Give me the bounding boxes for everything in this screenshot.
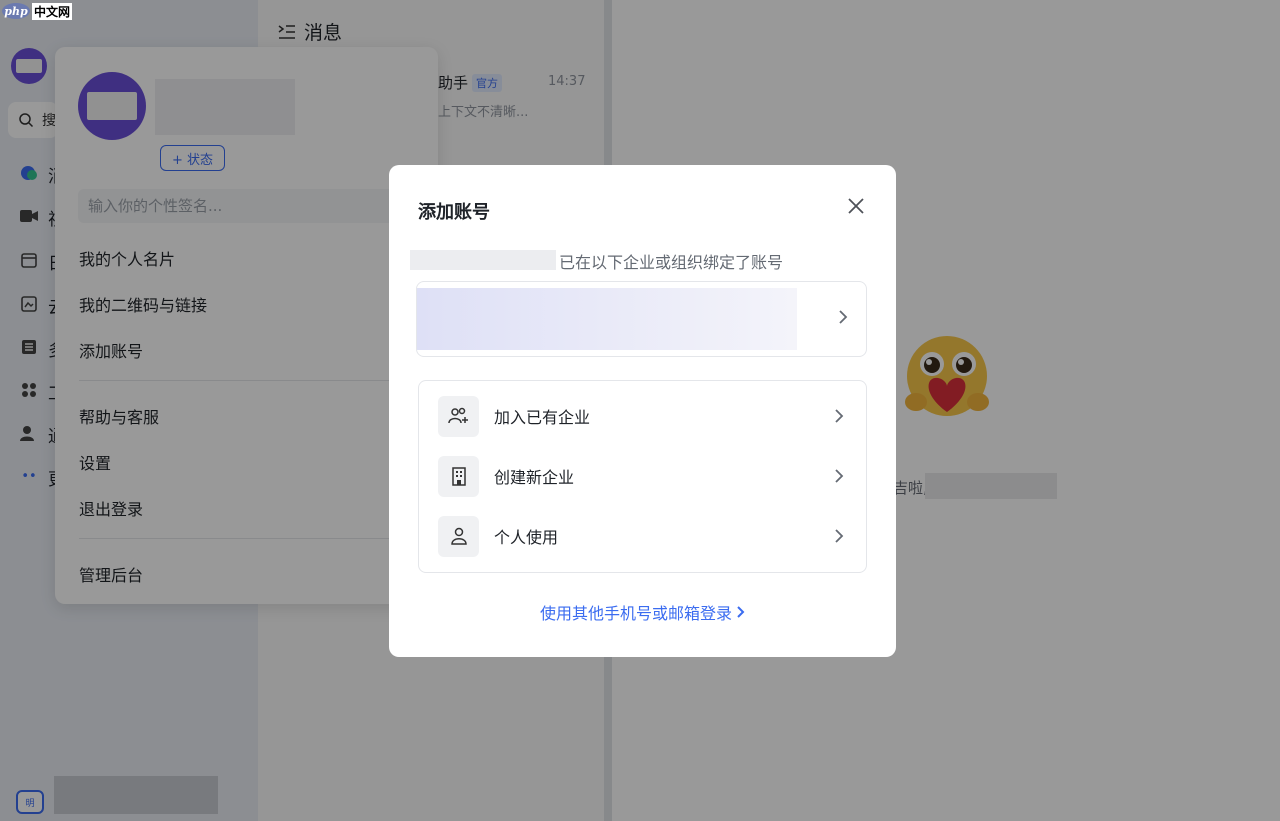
join-team-icon xyxy=(438,395,479,437)
php-logo: php xyxy=(2,3,30,19)
option-label: 创建新企业 xyxy=(494,468,575,487)
alt-login-link[interactable]: 使用其他手机号或邮箱登录 xyxy=(389,600,896,624)
building-icon xyxy=(438,455,479,497)
account-id-redacted xyxy=(410,250,556,270)
alt-login-text: 使用其他手机号或邮箱登录 xyxy=(539,604,732,623)
option-create-enterprise[interactable]: 创建新企业 xyxy=(419,446,866,506)
person-icon xyxy=(438,515,479,557)
option-label: 个人使用 xyxy=(494,528,559,547)
org-name-redacted xyxy=(417,288,797,350)
option-join-enterprise[interactable]: 加入已有企业 xyxy=(419,386,866,446)
watermark-text: 中文网 xyxy=(32,2,73,20)
chevron-right-icon xyxy=(835,469,844,483)
account-options-list: 加入已有企业 创建新企业 个人使用 xyxy=(418,380,867,573)
close-icon[interactable] xyxy=(845,195,867,217)
option-personal-use[interactable]: 个人使用 xyxy=(419,506,866,566)
bound-org-section: 已在以下企业或组织绑定了账号 xyxy=(405,236,876,370)
chevron-right-icon xyxy=(835,529,844,543)
option-label: 加入已有企业 xyxy=(494,408,591,427)
chevron-right-icon xyxy=(839,310,848,324)
bound-org-text: 已在以下企业或组织绑定了账号 xyxy=(559,253,784,272)
site-watermark: php 中文网 xyxy=(2,2,73,20)
chevron-right-icon xyxy=(835,409,844,423)
chevron-right-icon xyxy=(737,606,745,618)
bound-org-card[interactable] xyxy=(416,281,867,357)
dialog-title: 添加账号 xyxy=(418,202,490,223)
